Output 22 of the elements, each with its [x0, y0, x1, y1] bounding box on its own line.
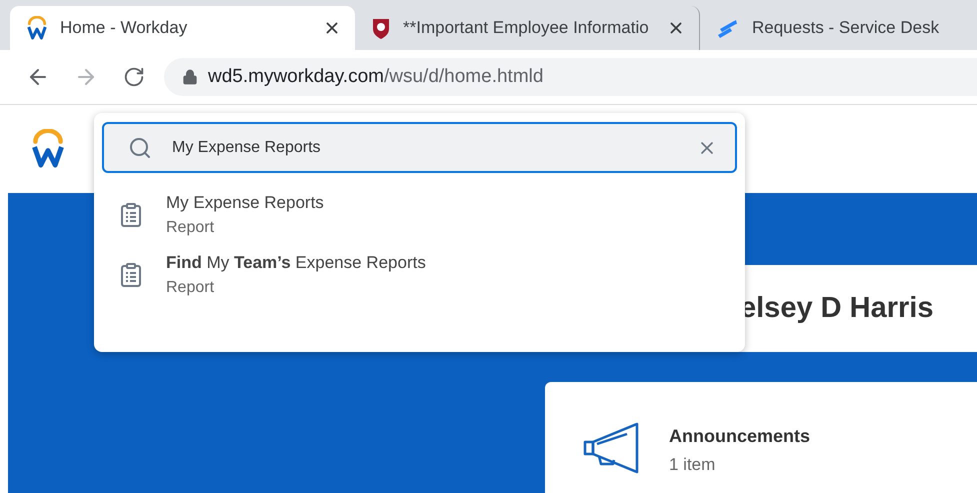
- browser-tab[interactable]: Requests - Service Desk: [700, 6, 970, 50]
- browser-tab[interactable]: Home - Workday: [10, 6, 355, 50]
- report-icon: [120, 262, 142, 288]
- logo-icon: [30, 129, 66, 169]
- announcements-card[interactable]: Announcements 1 item: [545, 382, 977, 493]
- result-type: Report: [166, 279, 216, 297]
- search-icon: [128, 136, 152, 160]
- browser-tab[interactable]: **Important Employee Informatio: [355, 6, 700, 50]
- result-type: Report: [166, 219, 216, 237]
- address-bar[interactable]: wd5.myworkday.com/wsu/d/home.htmld: [164, 58, 977, 96]
- result-title[interactable]: My Expense Reports: [166, 193, 324, 213]
- arrows-icon: [716, 17, 740, 39]
- card-count: 1 item: [669, 455, 716, 475]
- report-icon: [120, 202, 142, 228]
- search-input[interactable]: My Expense Reports: [170, 138, 679, 158]
- reload-icon[interactable]: [123, 66, 145, 88]
- lock-icon: [182, 69, 198, 85]
- shield-icon: [371, 17, 391, 39]
- search-field[interactable]: My Expense Reports: [102, 122, 737, 173]
- result-title[interactable]: Find My Team’s Expense Reports: [166, 253, 426, 273]
- card-title: Announcements: [669, 426, 810, 447]
- logo-icon: [26, 16, 48, 40]
